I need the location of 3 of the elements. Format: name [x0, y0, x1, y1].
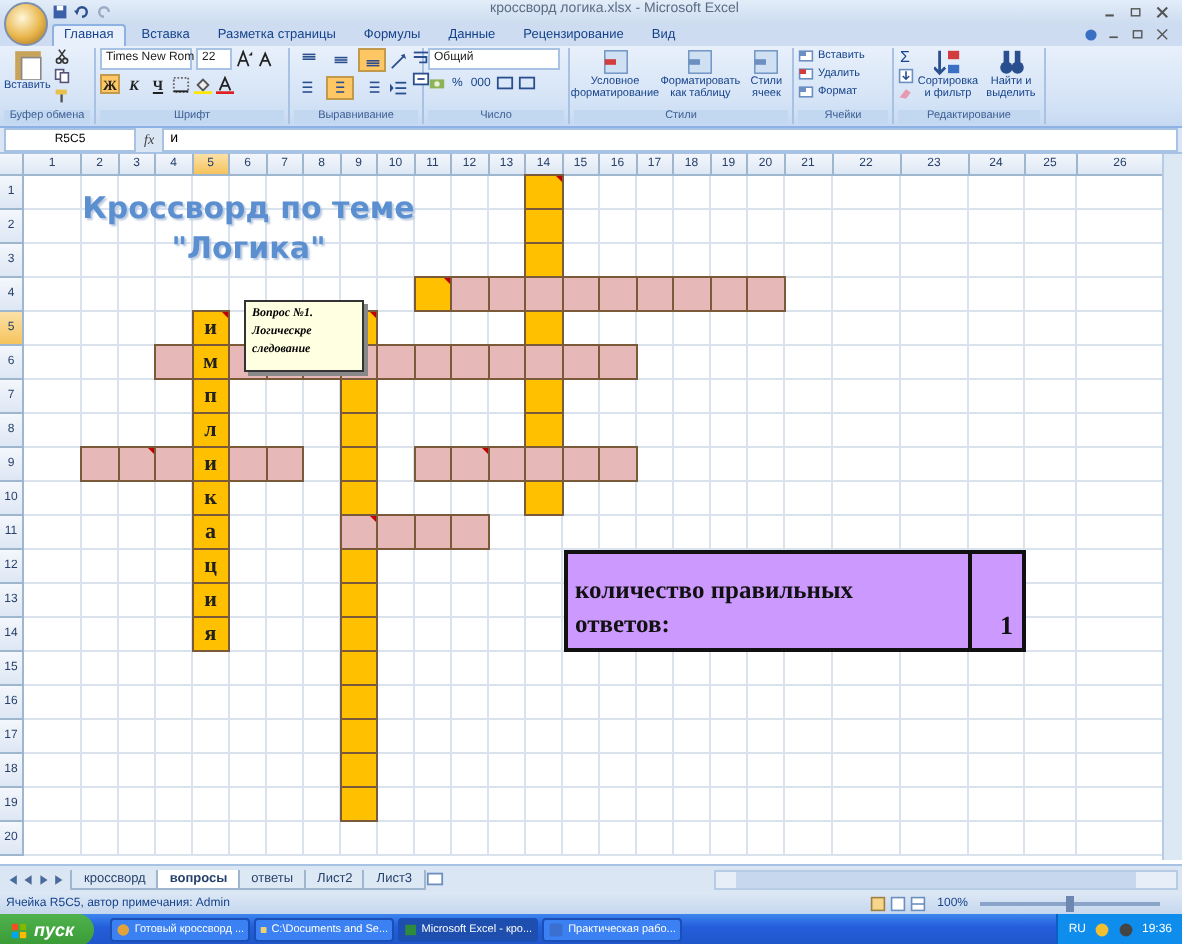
result-label: количество правильных ответов: — [563, 550, 969, 652]
sheet-title: Кроссворд по теме "Логика" — [82, 187, 415, 269]
result-value: 1 — [969, 550, 1025, 652]
